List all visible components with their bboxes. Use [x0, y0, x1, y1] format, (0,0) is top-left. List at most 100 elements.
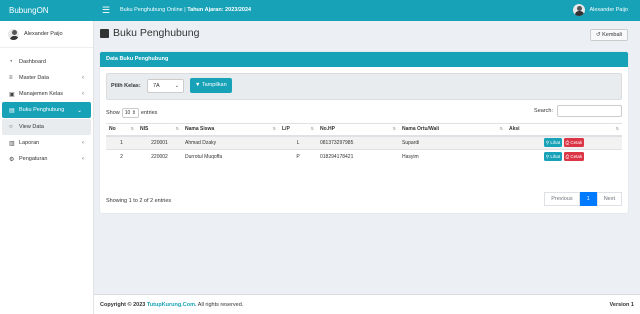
table-info: Showing 1 to 2 of 2 entries: [106, 198, 172, 204]
print-button[interactable]: ⎙ Cetak: [563, 152, 585, 162]
sort-icon: ⇅: [615, 126, 619, 132]
sidebar-avatar: [8, 28, 19, 40]
cell-no: 1: [106, 135, 137, 150]
view-button-label: Lihat: [550, 154, 561, 160]
sidebar-menu: ◔ Dashboard ≡ Master Data ‹ ▣ Manajemen Kela…: [0, 54, 93, 167]
show-button-label: Tampilkan: [201, 82, 227, 88]
column-header-nis[interactable]: NIS ⇅: [137, 123, 182, 137]
sort-icon: ⇅: [392, 126, 396, 132]
cell-ortu: Supardi: [399, 135, 506, 150]
back-button[interactable]: ↺ Kembali: [589, 29, 628, 41]
footer-version: Version 1: [609, 302, 634, 308]
sort-icon: ⇅: [175, 126, 179, 132]
page-title-text: Buku Penghubung: [113, 27, 200, 39]
navbar-user-name: Alexander Paijo: [589, 7, 628, 13]
sidebar-item-label: Master Data: [19, 75, 49, 81]
entries-length: Show 10 ⇕ entries: [106, 108, 157, 118]
show-label: Show: [106, 110, 120, 116]
page-title: Buku Penghubung: [100, 27, 199, 39]
entries-select-value: 10: [124, 110, 131, 116]
report-icon: ▥: [9, 140, 15, 147]
filter-icon: ▼: [195, 82, 202, 88]
class-select[interactable]: 7A ⌄: [147, 79, 184, 93]
data-card: Data Buku Penghubung Pilih Kelas: 7A ⌄ ▼ …: [100, 52, 628, 213]
sidebar-item-view-data[interactable]: ○ View Data: [2, 119, 91, 135]
print-button-label: Cetak: [570, 154, 583, 160]
navbar-school-year: Tahun Ajaran: 2023/2024: [187, 7, 252, 13]
chevron-left-icon: ‹: [82, 140, 84, 146]
data-table: No ⇅ NIS ⇅ Nama Siswa ⇅ L/P ⇅ No.HP ⇅ Nama Or…: [106, 123, 622, 164]
back-button-label: Kembali: [602, 32, 622, 38]
entries-label: entries: [140, 110, 158, 116]
cell-no: 2: [106, 149, 137, 164]
sidebar-item-manajemen-kelas[interactable]: ▣ Manajemen Kelas ‹: [0, 86, 93, 102]
footer: Copyright © 2023 TutupKurung.Com. All ri…: [94, 294, 640, 314]
navbar-avatar: [573, 4, 586, 16]
cell-aksi: ⚲ Lihat ⎙ Cetak: [506, 149, 622, 164]
view-button-label: Lihat: [550, 140, 561, 146]
footer-brand-link[interactable]: TutupKurung.Com.: [147, 302, 197, 308]
sidebar-item-pengaturan[interactable]: ⚙ Pengaturan ‹: [0, 151, 93, 167]
sidebar-item-buku-penghubung[interactable]: ▤ Buku Penghubung ⌄: [2, 102, 91, 118]
menu-toggle-icon[interactable]: ☰: [102, 5, 110, 15]
app-brand: BubungON: [9, 6, 49, 15]
view-button[interactable]: ⚲ Lihat: [543, 152, 563, 162]
sidebar-item-label: Laporan: [19, 140, 40, 146]
circle-icon: ○: [9, 124, 13, 130]
column-header-lp[interactable]: L/P ⇅: [279, 123, 317, 137]
sidebar-item-dashboard[interactable]: ◔ Dashboard: [0, 54, 93, 70]
cell-nis: 220001: [137, 135, 182, 150]
cell-nis: 220002: [137, 149, 182, 164]
class-filter-label: Pilih Kelas:: [111, 83, 141, 89]
pagination-page-1[interactable]: 1: [579, 192, 597, 206]
sidebar-item-label: Manajemen Kelas: [19, 91, 64, 97]
table-header-row: No ⇅ NIS ⇅ Nama Siswa ⇅ L/P ⇅ No.HP ⇅ Nama Or…: [106, 123, 622, 137]
column-header-nama-ortu[interactable]: Nama Ortu/Wali ⇅: [399, 123, 506, 137]
users-icon: ▣: [9, 91, 15, 98]
chevron-down-icon: ⌄: [76, 107, 82, 114]
table-row: 2 220002 Durrotul Muqoffa P 018294178421…: [106, 149, 622, 164]
card-header: Data Buku Penghubung: [100, 52, 628, 67]
cell-hp: 018294178421: [317, 149, 399, 164]
sidebar-item-master-data[interactable]: ≡ Master Data ‹: [0, 70, 93, 86]
sidebar-user-name: Alexander Paijo: [24, 31, 63, 37]
column-header-no-hp[interactable]: No.HP ⇅: [317, 123, 399, 137]
navbar-title: Buku Penghubung Online | Tahun Ajaran: 2…: [120, 6, 251, 14]
print-button-label: Cetak: [570, 140, 583, 146]
sort-icon: ⇅: [130, 126, 134, 132]
pagination-previous[interactable]: Previous: [544, 192, 580, 206]
class-select-value: 7A: [153, 83, 160, 89]
gear-icon: ⚙: [9, 156, 15, 163]
entries-select[interactable]: 10 ⇕: [121, 108, 139, 118]
sort-icon: ⇅: [310, 126, 314, 132]
pagination: Previous 1 Next: [544, 192, 622, 206]
sort-icon: ⇅: [499, 126, 503, 132]
sidebar-item-laporan[interactable]: ▥ Laporan ‹: [0, 135, 93, 151]
navbar-user-menu[interactable]: Alexander Paijo: [573, 4, 628, 16]
main-content: Buku Penghubung ↺ Kembali Data Buku Peng…: [94, 21, 640, 314]
pagination-next[interactable]: Next: [596, 192, 622, 206]
column-header-aksi[interactable]: Aksi ⇅: [506, 123, 622, 137]
cell-lp: P: [279, 149, 317, 164]
sidebar-item-label: Buku Penghubung: [19, 107, 65, 113]
cell-nama: Durrotul Muqoffa: [182, 149, 279, 164]
footer-copyright-suffix: All rights reserved.: [196, 302, 244, 308]
footer-copyright-prefix: Copyright © 2023: [100, 302, 147, 308]
view-button[interactable]: ⚲ Lihat: [543, 138, 563, 148]
dashboard-icon: ◔: [9, 59, 13, 65]
print-button[interactable]: ⎙ Cetak: [563, 138, 585, 148]
show-button[interactable]: ▼ Tampilkan: [190, 78, 232, 93]
chevron-down-icon: ⌄: [174, 83, 179, 89]
column-header-nama-siswa[interactable]: Nama Siswa ⇅: [182, 123, 279, 137]
column-header-no[interactable]: No ⇅: [106, 123, 137, 137]
database-icon: ≡: [9, 75, 13, 81]
sidebar-item-label: View Data: [19, 124, 44, 130]
app-logo[interactable]: BubungON: [0, 0, 94, 21]
chevron-left-icon: ‹: [82, 91, 84, 97]
search-input[interactable]: [557, 105, 622, 117]
chevron-left-icon: ‹: [82, 75, 84, 81]
book-icon: [100, 28, 109, 38]
navbar-app-title: Buku Penghubung Online |: [120, 7, 188, 13]
sidebar-user-panel[interactable]: Alexander Paijo: [0, 21, 93, 48]
sort-icon: ⇅: [272, 126, 276, 132]
